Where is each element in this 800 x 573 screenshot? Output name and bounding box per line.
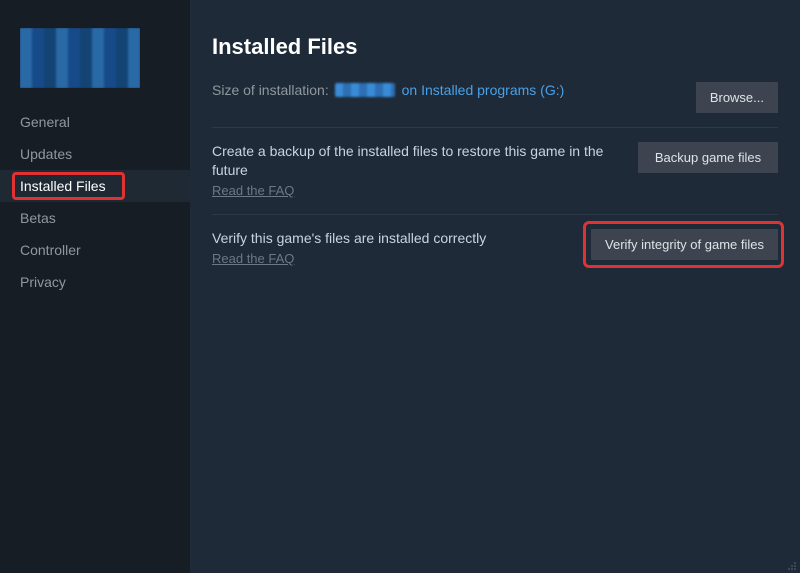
verify-button-wrap: Verify integrity of game files (591, 229, 778, 260)
backup-game-files-button[interactable]: Backup game files (638, 142, 778, 173)
sidebar-item-updates[interactable]: Updates (0, 138, 190, 170)
size-row: Size of installation: on Installed progr… (212, 82, 778, 128)
verify-description: Verify this game's files are installed c… (212, 229, 579, 248)
backup-row: Create a backup of the installed files t… (212, 128, 778, 215)
browse-button[interactable]: Browse... (696, 82, 778, 113)
verify-integrity-button[interactable]: Verify integrity of game files (591, 229, 778, 260)
size-value-redacted (335, 83, 395, 97)
backup-faq-link[interactable]: Read the FAQ (212, 183, 294, 198)
game-artwork (20, 28, 140, 88)
page-title: Installed Files (212, 34, 778, 60)
verify-faq-link[interactable]: Read the FAQ (212, 251, 294, 266)
properties-window: General Updates Installed Files Betas Co… (0, 0, 800, 573)
sidebar-item-privacy[interactable]: Privacy (0, 266, 190, 298)
sidebar-item-general[interactable]: General (0, 106, 190, 138)
main-pane: Installed Files Size of installation: on… (190, 0, 800, 573)
sidebar: General Updates Installed Files Betas Co… (0, 0, 190, 573)
resize-grip[interactable] (785, 558, 797, 570)
sidebar-item-controller[interactable]: Controller (0, 234, 190, 266)
verify-row: Verify this game's files are installed c… (212, 215, 778, 282)
sidebar-item-label: Installed Files (20, 178, 106, 194)
sidebar-item-betas[interactable]: Betas (0, 202, 190, 234)
size-label: Size of installation: (212, 82, 329, 98)
sidebar-nav: General Updates Installed Files Betas Co… (0, 106, 190, 298)
backup-description: Create a backup of the installed files t… (212, 142, 626, 180)
sidebar-item-installed-files[interactable]: Installed Files (0, 170, 190, 202)
size-location-link[interactable]: on Installed programs (G:) (402, 82, 565, 98)
